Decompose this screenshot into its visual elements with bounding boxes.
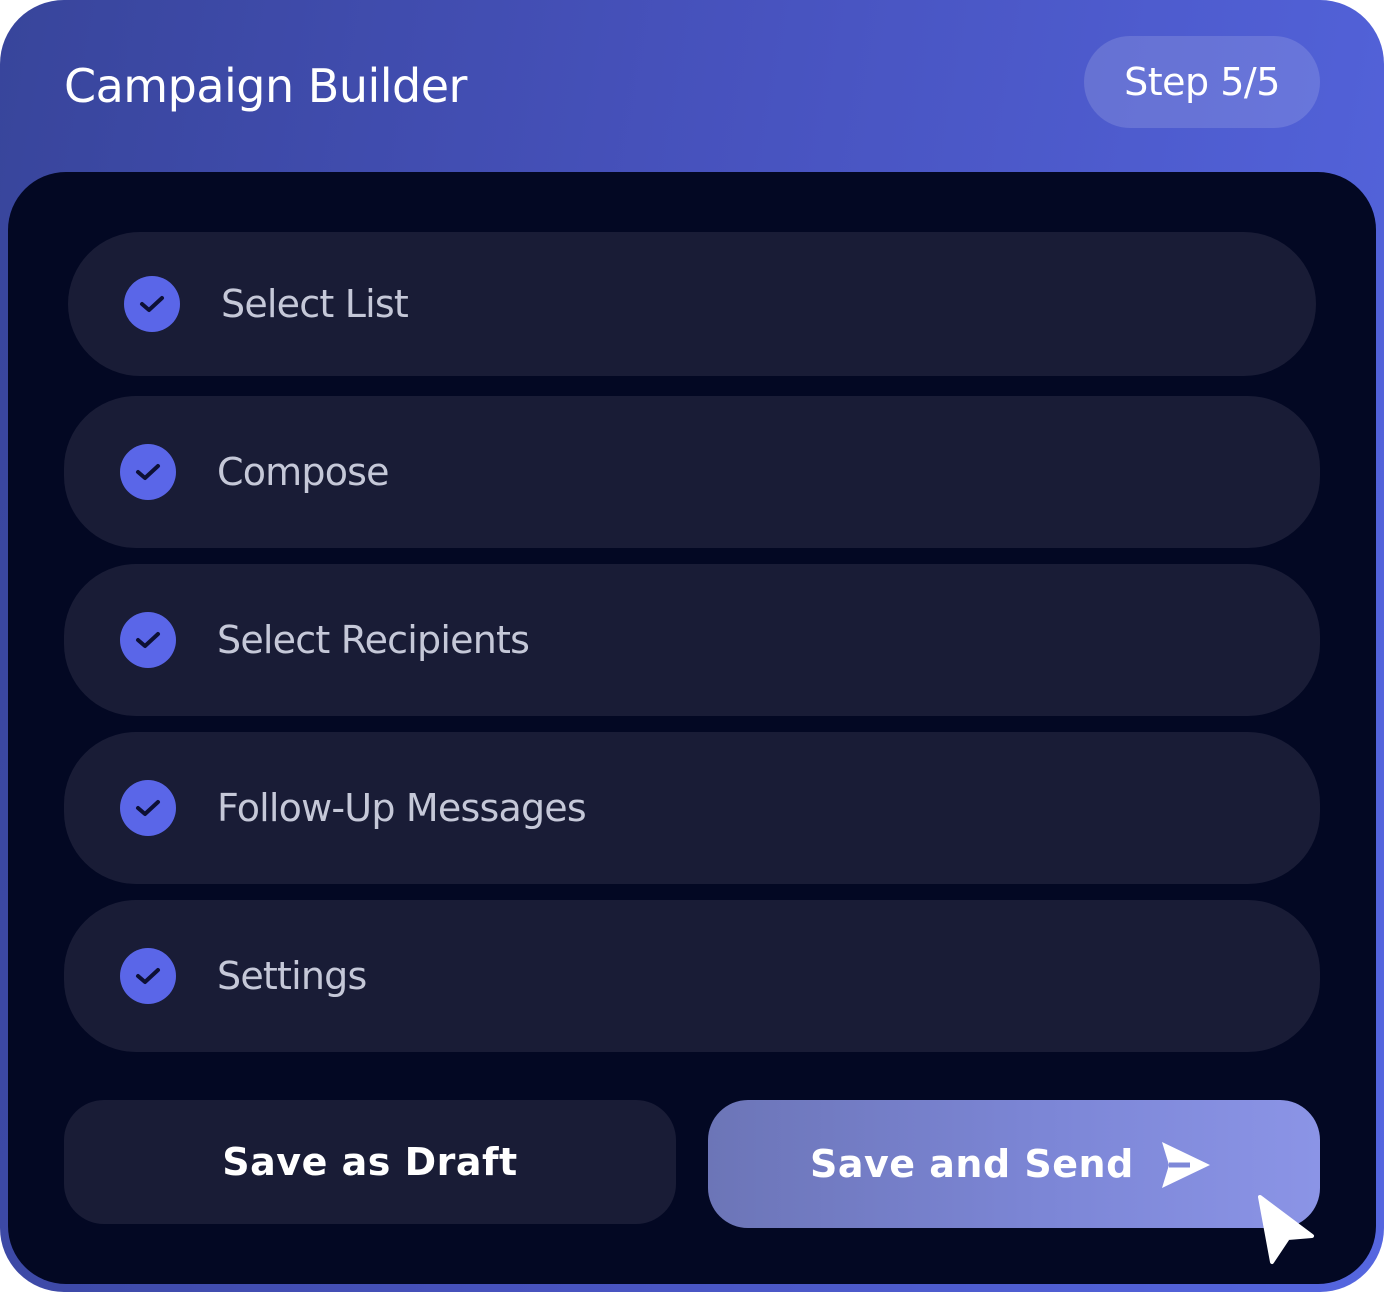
check-circle-icon xyxy=(120,948,176,1004)
check-circle-icon xyxy=(120,780,176,836)
cursor-icon xyxy=(1258,1195,1314,1264)
step-item-follow-up-messages[interactable]: Follow-Up Messages xyxy=(64,732,1320,884)
save-as-draft-button[interactable]: Save as Draft xyxy=(64,1100,676,1224)
steps-panel: Select List Compose Select Recipients Fo… xyxy=(8,172,1376,1284)
step-item-select-list[interactable]: Select List xyxy=(68,232,1316,376)
step-label: Settings xyxy=(217,954,367,998)
campaign-builder-card: Campaign Builder Step 5/5 Select List Co… xyxy=(0,0,1384,1292)
step-item-select-recipients[interactable]: Select Recipients xyxy=(64,564,1320,716)
send-icon xyxy=(1162,1142,1210,1188)
step-item-settings[interactable]: Settings xyxy=(64,900,1320,1052)
step-label: Select List xyxy=(221,282,409,326)
step-label: Compose xyxy=(217,450,390,494)
check-circle-icon xyxy=(120,612,176,668)
check-circle-icon xyxy=(120,444,176,500)
step-indicator-badge: Step 5/5 xyxy=(1084,36,1320,128)
page-title: Campaign Builder xyxy=(64,59,467,113)
step-label: Follow-Up Messages xyxy=(217,786,587,830)
check-circle-icon xyxy=(124,276,180,332)
step-label: Select Recipients xyxy=(217,618,530,662)
save-and-send-label: Save and Send xyxy=(810,1142,1134,1186)
save-and-send-button[interactable]: Save and Send xyxy=(708,1100,1320,1228)
step-item-compose[interactable]: Compose xyxy=(64,396,1320,548)
